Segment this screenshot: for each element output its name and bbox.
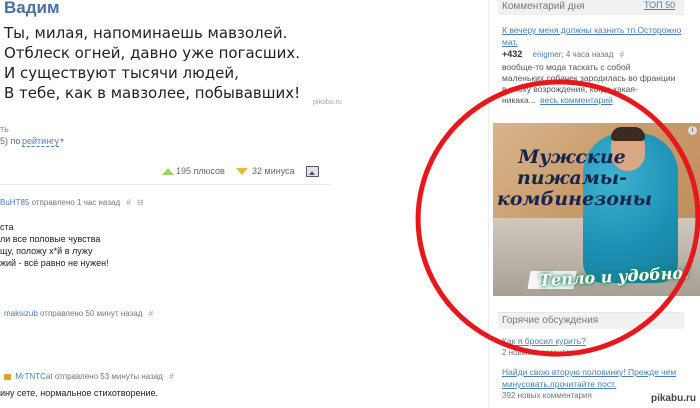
day-user[interactable]: enigmer bbox=[533, 50, 562, 59]
comment-time: отправлено 53 минуты назад bbox=[54, 372, 163, 381]
discussion-link[interactable]: Как я бросил курить? bbox=[502, 336, 586, 346]
pajama-ad-banner[interactable]: Мужские пижамы-комбинезоны Тепло и удобн… bbox=[493, 123, 700, 296]
comment-author[interactable]: maksizub bbox=[4, 309, 38, 318]
image-icon[interactable] bbox=[306, 166, 319, 177]
day-comment-text: никака... весь комментарий bbox=[502, 95, 613, 105]
comment-permalink[interactable]: # bbox=[126, 198, 130, 207]
day-permalink[interactable]: # bbox=[620, 50, 624, 59]
full-comment-link[interactable]: весь комментарий bbox=[540, 95, 613, 105]
comment-meta: maksizub отправлено 50 минут назад # bbox=[4, 309, 153, 318]
comment-text: ста bbox=[0, 222, 14, 232]
downvote-icon[interactable] bbox=[236, 168, 248, 175]
comment-day-title: Комментарий дня bbox=[502, 1, 585, 12]
poem-line: В тебе, как в мавзолее, побывавших! bbox=[4, 84, 301, 102]
column-divider bbox=[488, 0, 489, 408]
upvote-icon[interactable] bbox=[162, 168, 174, 175]
poem-line: И существуют тысячи людей, bbox=[4, 64, 239, 82]
collapse-icon[interactable]: ⊟ bbox=[137, 198, 144, 207]
discussion-count: 2 новых комментария bbox=[502, 348, 583, 357]
comment-author[interactable]: BuHT85 bbox=[0, 198, 29, 207]
discussion-count: 392 новых комментария bbox=[502, 391, 592, 400]
discussion-link[interactable]: Найди свою вторую половинку! Прежде чем bbox=[502, 367, 676, 377]
chevron-down-icon[interactable]: ▾ bbox=[60, 136, 64, 145]
comment-text: щу, положу х*й в лужу bbox=[0, 246, 93, 256]
ad-model-hair bbox=[611, 127, 645, 141]
day-comment-text: маленьких собачек зародилась во франции bbox=[502, 73, 676, 83]
comment-text: ину сете, нормальное стихотворение. bbox=[0, 388, 159, 398]
sidebar-header: Комментарий дня ТОП 50 bbox=[498, 0, 684, 15]
poem-line: Ты, милая, напоминаешь мавзолей. bbox=[4, 24, 288, 42]
day-time: ; 4 часа назад bbox=[561, 50, 614, 59]
discussions-title: Горячие обсуждения bbox=[502, 315, 599, 326]
comment-text: жий - всё равно не нужен! bbox=[0, 258, 109, 268]
minus-count: 32 минуса bbox=[252, 166, 295, 176]
top50-link[interactable]: ТОП 50 bbox=[644, 0, 675, 10]
discussion-link[interactable]: минусовать,прочитайте пост. bbox=[502, 379, 616, 389]
ad-title: Мужские пижамы-комбинезоны bbox=[497, 146, 653, 210]
day-comment-text: вообще-то мода таскать с собой bbox=[502, 62, 631, 72]
sort-prefix: 5) по bbox=[0, 136, 21, 146]
day-comment-meta: +432 enigmer; 4 часа назад # bbox=[502, 49, 624, 59]
poem-author: Вадим bbox=[4, 0, 60, 17]
poem-line: Отблеск огней, давно уже погасших. bbox=[4, 44, 301, 62]
divider bbox=[0, 184, 330, 185]
cat-icon bbox=[4, 374, 11, 380]
discussions-header: Горячие обсуждения bbox=[498, 312, 684, 329]
day-post-link[interactable]: К вечеру меня должны казнить тп.Осторожн… bbox=[502, 25, 681, 35]
comment-time: отправлено 1 час назад bbox=[31, 198, 121, 207]
ad-info-icon[interactable]: i bbox=[688, 126, 697, 135]
comment-permalink[interactable]: # bbox=[169, 372, 173, 381]
day-score: +432 bbox=[502, 49, 523, 59]
day-comment-text-end: никака... bbox=[502, 95, 536, 105]
sort-by-rating[interactable]: рейтингу bbox=[22, 136, 59, 147]
comment-meta: MrTNTCat отправлено 53 минуты назад # bbox=[4, 372, 174, 381]
day-post-link[interactable]: мат. bbox=[502, 37, 518, 47]
main-column: Вадим Ты, милая, напоминаешь мавзолей. О… bbox=[0, 0, 488, 408]
comment-text: ли все половые чувства bbox=[0, 234, 101, 244]
comment-author[interactable]: MrTNTCat bbox=[15, 372, 52, 381]
share-link[interactable]: ть bbox=[0, 124, 9, 134]
image-watermark: pikabu.ru bbox=[313, 99, 342, 106]
plus-count: 195 плюсов bbox=[176, 166, 225, 176]
post-image: Вадим Ты, милая, напоминаешь мавзолей. О… bbox=[0, 0, 345, 112]
site-watermark: pikabu.ru bbox=[650, 393, 696, 404]
comment-permalink[interactable]: # bbox=[149, 309, 153, 318]
day-comment-text: в эпоху возрождения, когда какая- bbox=[502, 84, 638, 94]
comment-meta: BuHT85 отправлено 1 час назад # ⊟ bbox=[0, 198, 144, 207]
comment-time: отправлено 50 минут назад bbox=[40, 309, 143, 318]
